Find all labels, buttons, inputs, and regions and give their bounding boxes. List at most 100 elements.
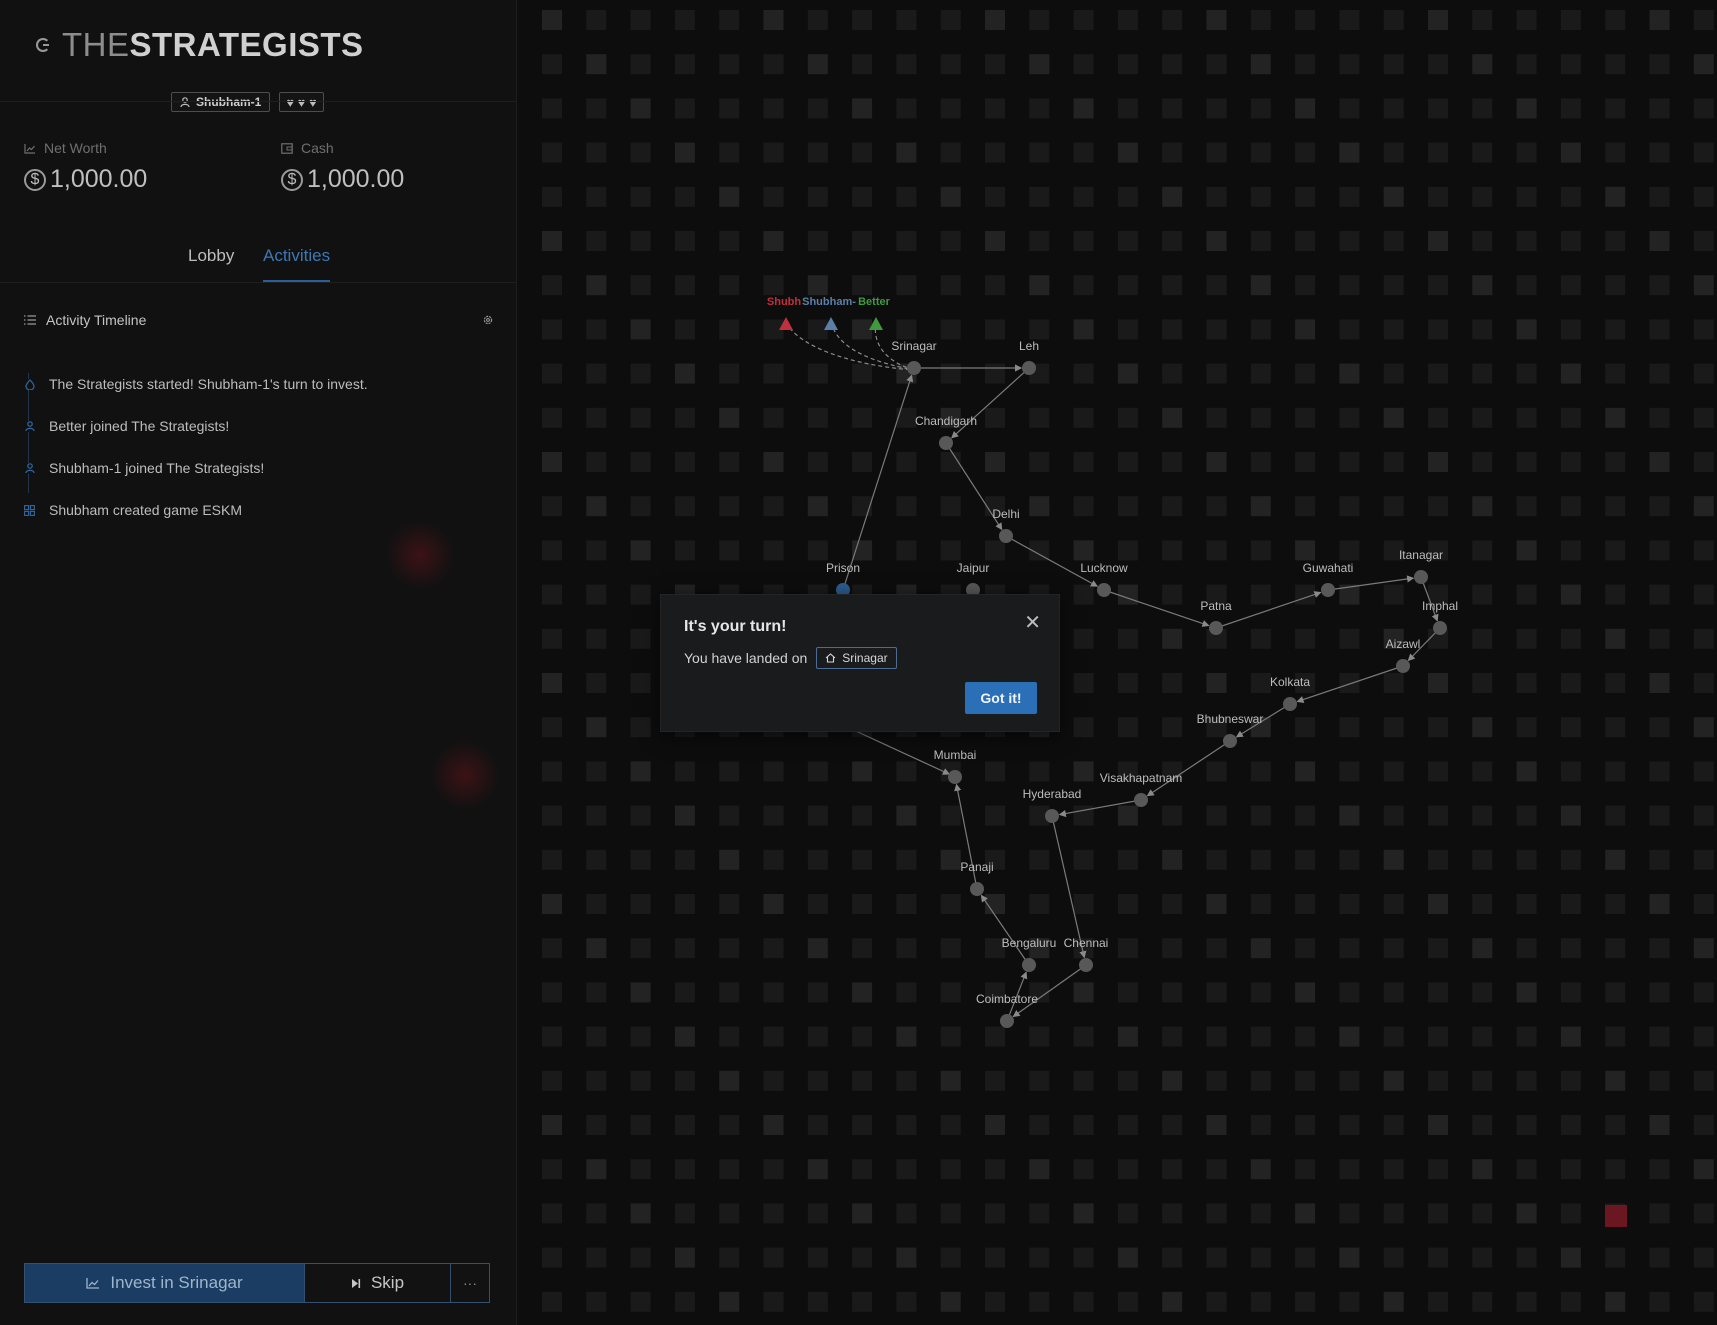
city-marker[interactable]	[1433, 621, 1447, 635]
board-tile	[1339, 894, 1360, 914]
board-tile	[1029, 1247, 1050, 1268]
more-options-button[interactable]: ···	[451, 1264, 489, 1302]
board-tile	[586, 1247, 607, 1268]
board-tile	[1117, 275, 1138, 296]
board-tile	[1516, 452, 1537, 472]
board-tile	[1206, 54, 1227, 75]
board-tile	[1073, 584, 1094, 605]
board-tile	[1206, 10, 1227, 30]
board-tile	[1383, 231, 1404, 251]
city-node-coimbatore[interactable]: Coimbatore	[976, 992, 1038, 1028]
board-tile	[852, 407, 873, 428]
city-marker[interactable]	[1223, 734, 1237, 748]
city-node-chandigarh[interactable]: Chandigarh	[915, 414, 977, 450]
city-marker[interactable]	[1000, 1014, 1014, 1028]
got-it-button[interactable]: Got it!	[965, 682, 1037, 714]
board-tile	[586, 805, 607, 826]
city-marker[interactable]	[939, 436, 953, 450]
city-node-imphal[interactable]: Imphal	[1422, 599, 1458, 635]
board-tile	[1073, 231, 1094, 251]
board-tile	[719, 761, 740, 782]
city-marker[interactable]	[1097, 583, 1111, 597]
board-tile	[940, 54, 961, 75]
tab-lobby[interactable]: Lobby	[188, 246, 234, 266]
board-tile	[1162, 186, 1183, 207]
city-marker[interactable]	[1134, 793, 1148, 807]
board-tile	[586, 673, 607, 693]
board-tile	[719, 407, 740, 428]
city-marker[interactable]	[1283, 697, 1297, 711]
board-tile	[1206, 540, 1227, 561]
board-tile	[1206, 1026, 1227, 1047]
board-tile	[1206, 1159, 1227, 1180]
city-marker[interactable]	[1022, 958, 1036, 972]
invest-button[interactable]: Invest in Srinagar	[25, 1264, 304, 1302]
board-tile	[1250, 452, 1271, 472]
board-tile	[1693, 628, 1714, 649]
board-tile	[674, 186, 695, 207]
city-node-panaji[interactable]: Panaji	[960, 860, 994, 896]
city-marker[interactable]	[1045, 809, 1059, 823]
city-marker[interactable]	[1321, 583, 1335, 597]
board-tile	[542, 1070, 562, 1091]
board-tile	[1339, 10, 1360, 30]
board-tile	[1693, 452, 1714, 472]
board-tile	[940, 540, 961, 561]
city-node-delhi[interactable]: Delhi	[992, 507, 1020, 543]
city-node-patna[interactable]: Patna	[1200, 599, 1232, 635]
board-tile	[1295, 1247, 1316, 1268]
board-tile	[542, 673, 562, 693]
city-marker[interactable]	[1414, 570, 1428, 584]
skip-button[interactable]: Skip	[304, 1264, 451, 1302]
city-label: Panaji	[960, 860, 993, 874]
city-marker[interactable]	[948, 770, 962, 784]
board-tile	[586, 1026, 607, 1047]
board-tile	[1073, 894, 1094, 914]
board-tile	[1339, 496, 1360, 517]
city-node-visakhapatnam[interactable]: Visakhapatnam	[1100, 771, 1183, 807]
board-tile	[1383, 54, 1404, 75]
board-tile	[1073, 1070, 1094, 1091]
board-tile	[1649, 407, 1670, 428]
board-tile	[630, 407, 651, 428]
list-item: Shubham created game ESKM	[24, 489, 504, 531]
board-tile	[1560, 982, 1581, 1003]
city-marker[interactable]	[1209, 621, 1223, 635]
board-tile	[1605, 584, 1626, 605]
city-node-jaipur[interactable]: Jaipur	[957, 561, 990, 597]
board-tile	[1117, 1291, 1138, 1312]
city-marker[interactable]	[1396, 659, 1410, 673]
city-node-aizawl[interactable]: Aizawl	[1386, 637, 1421, 673]
board-tile	[1649, 1070, 1670, 1091]
board-tile	[1295, 1115, 1316, 1135]
net-worth-stat: Net Worth $ 1,000.00	[24, 140, 147, 194]
player-tag: Shubham-1	[171, 92, 271, 112]
gear-icon[interactable]	[482, 314, 494, 326]
city-marker[interactable]	[1022, 361, 1036, 375]
board-tile	[1073, 717, 1094, 738]
city-label: Chennai	[1064, 936, 1109, 950]
board-tile	[1472, 407, 1493, 428]
board-tile	[1383, 10, 1404, 30]
board-tile	[1073, 10, 1094, 30]
board-tile	[896, 275, 917, 296]
board-tile	[674, 1070, 695, 1091]
city-marker[interactable]	[1079, 958, 1093, 972]
board-tile	[1693, 10, 1714, 30]
close-icon[interactable]: ✕	[1024, 613, 1041, 633]
city-marker[interactable]	[907, 361, 921, 375]
city-marker[interactable]	[999, 529, 1013, 543]
board-tile	[630, 98, 651, 119]
board-tile	[896, 938, 917, 959]
board-tile	[852, 1115, 873, 1135]
board-tile	[985, 98, 1005, 119]
board-tile	[763, 1026, 784, 1047]
board-tile	[719, 363, 740, 384]
board-tile	[1295, 275, 1316, 296]
board-tile	[1693, 894, 1714, 914]
board-tile	[1472, 1115, 1493, 1135]
board-tile	[807, 849, 828, 870]
tab-activities[interactable]: Activities	[263, 246, 331, 282]
board-tile	[763, 1159, 784, 1180]
city-marker[interactable]	[970, 882, 984, 896]
